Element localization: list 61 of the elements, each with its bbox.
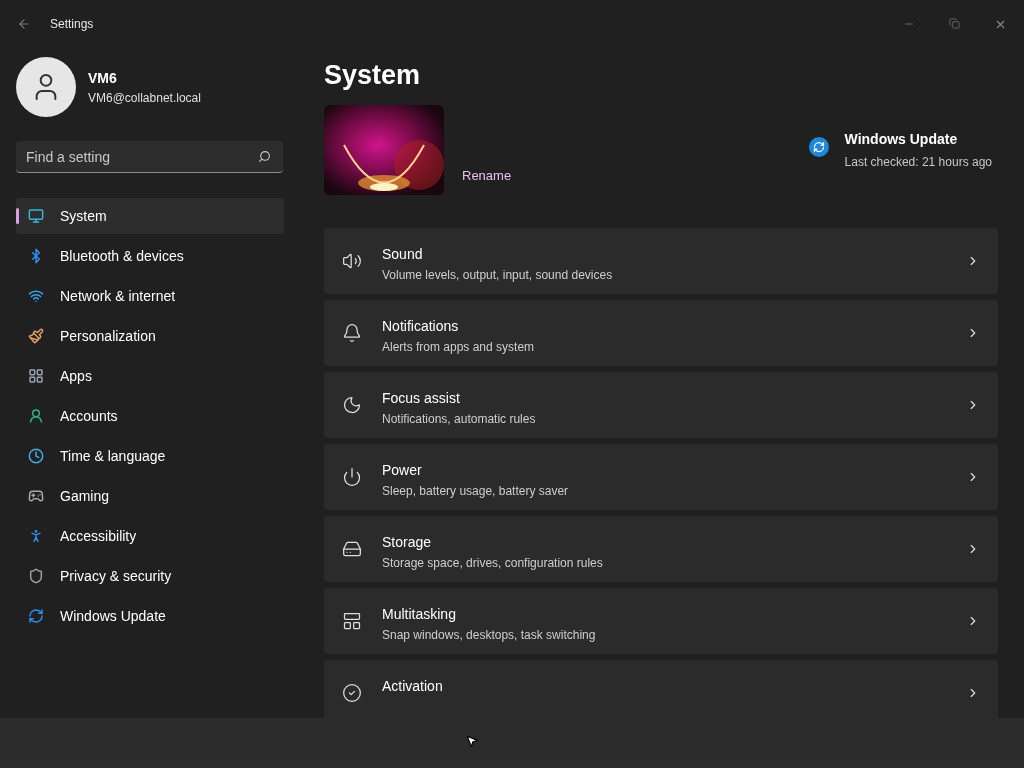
settings-card[interactable]: Power Sleep, battery usage, battery saver [324,444,998,510]
card-subtitle: Notifications, automatic rules [382,411,536,428]
card-title: Activation [382,677,443,696]
paintbrush-icon [28,328,44,344]
clock-icon [28,448,44,464]
page-title: System [324,59,422,92]
card-subtitle: Storage space, drives, configuration rules [382,555,603,572]
card-subtitle: Alerts from apps and system [382,339,535,356]
card-title: Notifications [382,317,460,336]
drive-icon [342,539,362,559]
nav-item[interactable]: Privacy & security [16,558,284,594]
power-icon [342,467,362,487]
settings-card[interactable]: Multitasking Snap windows, desktops, task switching [324,588,998,654]
moon-icon [342,395,362,415]
back-icon[interactable] [17,17,31,31]
bell-icon [342,323,362,343]
windows-icon [342,611,362,631]
nav-item[interactable]: Time & language [16,438,284,474]
card-subtitle: Snap windows, desktops, task switching [382,627,596,644]
settings-card[interactable]: Focus assist Notifications, automatic rules [324,372,998,438]
person-icon [28,528,44,544]
user-email: VM6@collabnet.local [88,89,201,107]
card-title: Power [382,461,423,480]
card-title: Storage [382,533,433,552]
nav-item[interactable]: Gaming [16,478,284,514]
refresh-icon [28,608,44,624]
settings-card[interactable]: Storage Storage space, drives, configuration rules [324,516,998,582]
wifi-icon [28,288,44,304]
refresh-icon [808,137,829,157]
nav-item[interactable]: Bluetooth & devices [16,238,284,274]
card-title: Focus assist [382,389,461,408]
rename-link[interactable]: Rename [462,165,512,185]
card-title: Multitasking [382,605,457,624]
card-subtitle: Sleep, battery usage, battery saver [382,483,569,500]
person-icon [28,408,44,424]
check-circle-icon [342,683,362,703]
user-name: VM6 [88,68,118,88]
nav-item[interactable]: Accounts [16,398,284,434]
search-icon[interactable] [258,150,271,163]
nav-item[interactable]: Accessibility [16,518,284,554]
window-title: Settings [50,16,94,33]
settings-card[interactable]: Notifications Alerts from apps and system [324,300,998,366]
update-title[interactable]: Windows Update [844,129,992,150]
selection-indicator [16,208,19,224]
restore-icon[interactable] [949,17,960,29]
monitor-icon [28,208,44,224]
nav-item[interactable]: Network & internet [16,278,284,314]
shield-icon [28,568,44,584]
card-subtitle: Volume levels, output, input, sound devices [382,267,613,284]
nav-item[interactable]: System [16,198,284,234]
search-field[interactable]: Find a setting [16,141,283,173]
nav-item[interactable]: Personalization [16,318,284,354]
gamepad-icon [28,488,44,504]
apps-grid-icon [28,368,44,384]
nav-item[interactable]: Windows Update [16,598,284,634]
card-title: Sound [382,245,424,264]
settings-card[interactable]: Activation [324,660,998,718]
nav-item[interactable]: Apps [16,358,284,394]
update-status: Last checked: 21 hours ago [844,154,992,171]
speaker-icon [342,251,362,271]
settings-card[interactable]: Sound Volume levels, output, input, sound devices [324,228,998,294]
